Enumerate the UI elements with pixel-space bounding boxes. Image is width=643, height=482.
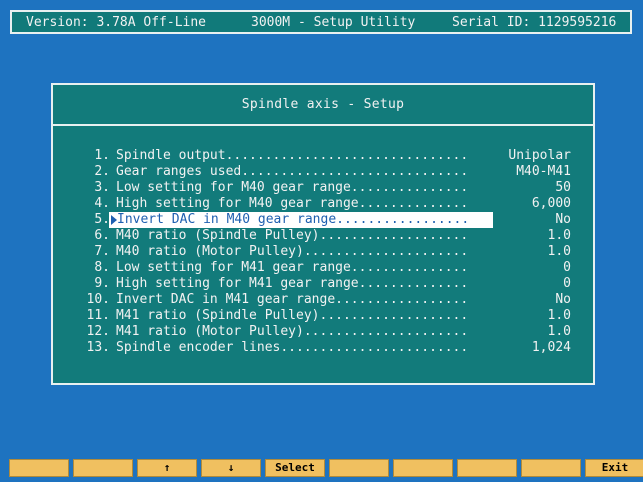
item-value: 0	[563, 276, 571, 291]
item-number: 11.	[86, 308, 110, 323]
item-label: Spindle output..........................…	[116, 148, 469, 163]
item-value: 1.0	[547, 228, 571, 243]
function-key-bar: ↑ ↓ Select Exit	[9, 459, 643, 477]
item-label: Gear ranges used........................…	[116, 164, 469, 179]
item-label: M41 ratio (Spindle Pulley)..............…	[116, 308, 469, 323]
function-key-7[interactable]	[393, 459, 453, 477]
item-number: 9.	[94, 276, 110, 291]
item-number: 7.	[94, 244, 110, 259]
item-label: M40 ratio (Motor Pulley)................…	[116, 244, 469, 259]
item-label: Invert DAC in M41 gear range............…	[116, 292, 469, 307]
item-label: High setting for M41 gear range.........…	[116, 276, 469, 291]
setup-item-1[interactable]: 1. Spindle output........................…	[83, 148, 573, 164]
item-value: 1.0	[547, 308, 571, 323]
setup-item-12[interactable]: 12. M41 ratio (Motor Pulley).............…	[83, 324, 573, 340]
item-number: 3.	[94, 180, 110, 195]
setup-item-5[interactable]: 5. Invert DAC in M40 gear range..........…	[83, 212, 573, 228]
setup-item-13[interactable]: 13. Spindle encoder lines................…	[83, 340, 573, 356]
selection-pointer-icon	[111, 215, 117, 225]
item-number: 6.	[94, 228, 110, 243]
item-number: 5.	[94, 212, 110, 227]
item-value: 1.0	[547, 244, 571, 259]
spindle-setup-dialog: Spindle axis - Setup 1. Spindle output...…	[51, 83, 595, 385]
dialog-titlebar: Spindle axis - Setup	[53, 85, 593, 126]
function-key-2[interactable]	[73, 459, 133, 477]
item-number: 12.	[86, 324, 110, 339]
serial-id-label: Serial ID: 1129595216	[452, 15, 617, 30]
setup-item-4[interactable]: 4. High setting for M40 gear range.......…	[83, 196, 573, 212]
exit-button[interactable]: Exit	[585, 459, 643, 477]
setup-item-2[interactable]: 2. Gear ranges used......................…	[83, 164, 573, 180]
function-key-9[interactable]	[521, 459, 581, 477]
item-number: 4.	[94, 196, 110, 211]
item-value: 50	[555, 180, 571, 195]
item-label: M41 ratio (Motor Pulley)................…	[116, 324, 469, 339]
function-key-8[interactable]	[457, 459, 517, 477]
item-value: 1,024	[531, 340, 571, 355]
select-button[interactable]: Select	[265, 459, 325, 477]
status-header: Version: 3.78A Off-Line 3000M - Setup Ut…	[10, 10, 632, 34]
item-value: No	[555, 292, 571, 307]
dialog-title: Spindle axis - Setup	[241, 97, 405, 112]
item-label: Low setting for M40 gear range..........…	[116, 180, 469, 195]
item-label: High setting for M40 gear range.........…	[116, 196, 469, 211]
setup-item-7[interactable]: 7. M40 ratio (Motor Pulley)..............…	[83, 244, 573, 260]
down-arrow-button[interactable]: ↓	[201, 459, 261, 477]
setup-item-3[interactable]: 3. Low setting for M40 gear range........…	[83, 180, 573, 196]
item-label: Invert DAC in M40 gear range............…	[109, 212, 493, 228]
version-label: Version: 3.78A Off-Line	[26, 15, 207, 30]
item-label: M40 ratio (Spindle Pulley)..............…	[116, 228, 469, 243]
item-number: 13.	[86, 340, 110, 355]
item-value: M40-M41	[516, 164, 571, 179]
item-value: 0	[563, 260, 571, 275]
item-value: No	[555, 212, 571, 227]
item-number: 8.	[94, 260, 110, 275]
setup-item-6[interactable]: 6. M40 ratio (Spindle Pulley)............…	[83, 228, 573, 244]
setup-item-9[interactable]: 9. High setting for M41 gear range.......…	[83, 276, 573, 292]
setup-item-8[interactable]: 8. Low setting for M41 gear range........…	[83, 260, 573, 276]
item-value: 6,000	[531, 196, 571, 211]
item-number: 2.	[94, 164, 110, 179]
setup-item-10[interactable]: 10. Invert DAC in M41 gear range.........…	[83, 292, 573, 308]
item-number: 1.	[94, 148, 110, 163]
function-key-1[interactable]	[9, 459, 69, 477]
app-title: 3000M - Setup Utility	[251, 15, 416, 30]
item-label: Spindle encoder lines...................…	[116, 340, 469, 355]
item-number: 10.	[86, 292, 110, 307]
setup-item-11[interactable]: 11. M41 ratio (Spindle Pulley)...........…	[83, 308, 573, 324]
item-value: Unipolar	[508, 148, 571, 163]
item-label: Low setting for M41 gear range..........…	[116, 260, 469, 275]
function-key-6[interactable]	[329, 459, 389, 477]
item-value: 1.0	[547, 324, 571, 339]
up-arrow-button[interactable]: ↑	[137, 459, 197, 477]
